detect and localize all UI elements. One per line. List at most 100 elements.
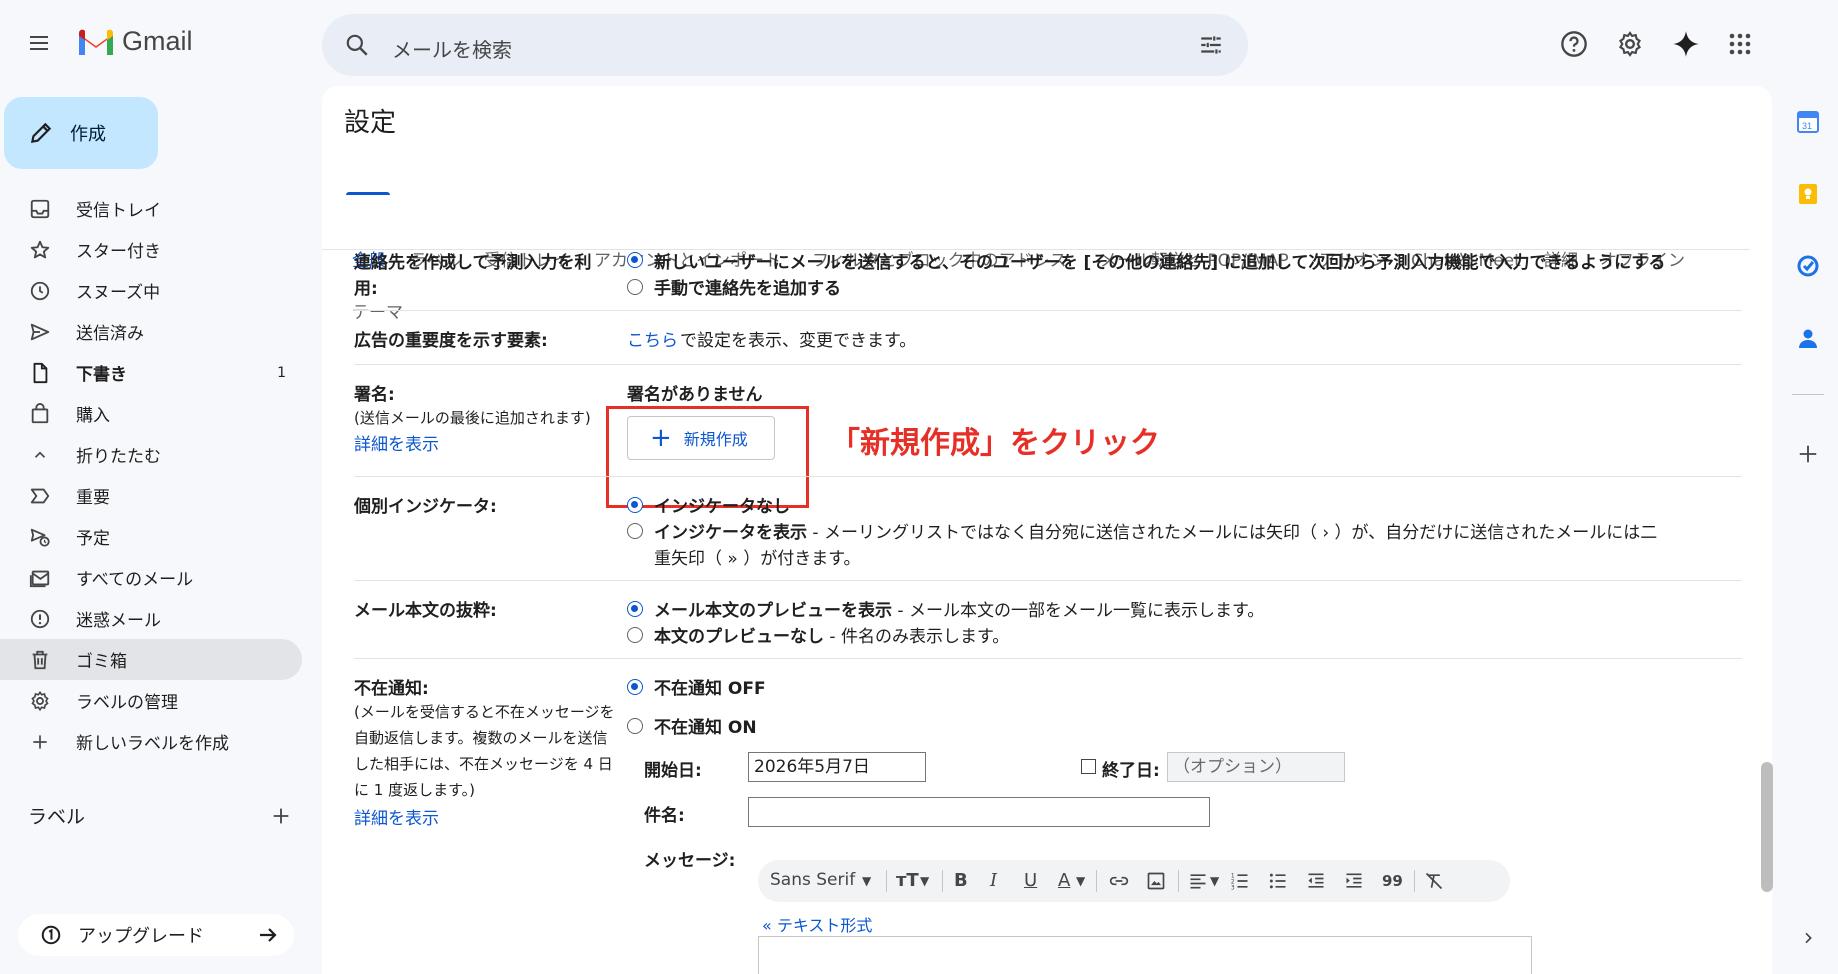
get-addons-button[interactable]	[1794, 440, 1822, 468]
message-body-editor[interactable]	[758, 936, 1532, 974]
snippets-show-desc: - メール本文の一部をメール一覧に表示します。	[892, 601, 1265, 621]
tasks-app-button[interactable]	[1794, 252, 1822, 280]
italic-icon[interactable]: I	[990, 870, 997, 891]
contacts-icon	[1799, 329, 1817, 348]
contacts-manual-radio[interactable]	[627, 279, 643, 295]
snippets-hide-radio[interactable]	[627, 627, 643, 643]
bulleted-list-icon[interactable]	[1268, 871, 1288, 891]
end-date-checkbox[interactable]	[1081, 759, 1096, 774]
sidebar-nav: 受信トレイ スター付き スヌーズ中 送信済み 下書き 1 購入 折りたたむ 重要…	[0, 188, 302, 762]
sidebar-item-label: 重要	[76, 488, 110, 508]
vacation-off-option: 不在通知 OFF	[654, 679, 766, 699]
indicator-none-radio[interactable]	[627, 497, 643, 513]
indent-more-icon[interactable]	[1344, 871, 1364, 891]
dropdown-arrow-icon[interactable]: ▼	[1210, 874, 1219, 888]
upgrade-label: アップグレード	[78, 926, 204, 947]
align-icon[interactable]	[1188, 871, 1208, 891]
numbered-list-icon[interactable]: 123	[1230, 871, 1250, 891]
sidebar-item-manage-labels[interactable]: ラベルの管理	[0, 680, 302, 721]
underline-icon[interactable]: U	[1024, 870, 1037, 891]
scheduled-icon	[30, 528, 50, 547]
indicator-show-option: インジケータを表示 - メーリングリストではなく自分宛に送信されたメールには矢印…	[654, 518, 1657, 543]
svg-text:31: 31	[1802, 121, 1812, 131]
scrollbar-thumb[interactable]	[1761, 762, 1773, 892]
sidebar-item-inbox[interactable]: 受信トレイ	[0, 188, 302, 229]
sidebar-item-sent[interactable]: 送信済み	[0, 311, 302, 352]
calendar-app-button[interactable]: 31	[1794, 108, 1822, 136]
sidebar-item-purchases[interactable]: 購入	[0, 393, 302, 434]
all-mail-icon	[29, 570, 50, 587]
sidebar-item-all-mail[interactable]: すべてのメール	[0, 557, 302, 598]
search-icon[interactable]	[344, 32, 370, 58]
signature-label: 署名:	[354, 385, 395, 405]
sparkle-icon	[1673, 31, 1699, 57]
image-icon[interactable]	[1146, 871, 1166, 891]
top-bar: Gmail メールを検索	[0, 0, 1838, 88]
sidebar-item-important[interactable]: 重要	[0, 475, 302, 516]
divider	[354, 364, 1742, 365]
side-panel-toggle[interactable]	[1794, 924, 1822, 952]
contacts-app-button[interactable]	[1794, 324, 1822, 352]
divider	[354, 476, 1742, 477]
plus-icon	[33, 734, 47, 749]
add-label-icon[interactable]	[270, 805, 292, 827]
gmail-logo[interactable]: Gmail	[76, 26, 193, 57]
compose-button[interactable]: 作成	[4, 97, 158, 169]
search-bar[interactable]: メールを検索	[322, 14, 1248, 76]
indent-less-icon[interactable]	[1306, 871, 1326, 891]
trash-icon	[32, 650, 48, 669]
text-color-icon[interactable]: A	[1058, 870, 1070, 891]
vacation-details-link[interactable]: 詳細を表示	[354, 804, 439, 829]
sidebar-item-drafts[interactable]: 下書き 1	[0, 352, 302, 393]
svg-text:3: 3	[1231, 885, 1235, 891]
bold-icon[interactable]: B	[954, 870, 968, 891]
sidebar-item-scheduled[interactable]: 予定	[0, 516, 302, 557]
divider	[354, 580, 1742, 581]
start-date-input[interactable]: 2026年5月7日	[748, 752, 926, 782]
tasks-icon	[1797, 255, 1819, 277]
ads-text: で設定を表示、変更できます。	[680, 331, 917, 351]
dropdown-arrow-icon[interactable]: ▼	[1076, 874, 1085, 888]
sidebar-item-create-label[interactable]: 新しいラベルを作成	[0, 721, 302, 762]
sidebar-item-trash[interactable]: ゴミ箱	[0, 639, 302, 680]
keep-app-button[interactable]	[1794, 180, 1822, 208]
ads-settings-link[interactable]: こちら	[627, 326, 678, 351]
quote-icon[interactable]: 99	[1382, 872, 1403, 890]
font-size-icon[interactable]: тT	[896, 870, 919, 891]
sidebar-item-spam[interactable]: 迷惑メール	[0, 598, 302, 639]
help-button[interactable]	[1558, 28, 1590, 60]
vacation-off-radio[interactable]	[627, 679, 643, 695]
sidebar-item-label: ラベルの管理	[76, 693, 178, 713]
contacts-auto-radio[interactable]	[627, 252, 643, 268]
end-date-input[interactable]: （オプション）	[1167, 752, 1345, 782]
link-icon[interactable]	[1108, 871, 1130, 891]
signature-note: (送信メールの最後に追加されます)	[354, 409, 591, 427]
snippets-label: メール本文の抜粋:	[354, 601, 497, 621]
font-family-select[interactable]: Sans Serif	[770, 870, 855, 890]
signature-details-link[interactable]: 詳細を表示	[354, 430, 439, 455]
divider	[354, 658, 1742, 659]
settings-button[interactable]	[1614, 28, 1646, 60]
upgrade-button[interactable]: アップグレード	[18, 914, 294, 956]
inbox-icon	[30, 199, 50, 218]
snippets-show-radio[interactable]	[627, 601, 643, 617]
indicator-label: 個別インジケータ:	[354, 497, 497, 517]
dropdown-arrow-icon[interactable]: ▼	[862, 874, 871, 888]
sidebar-item-label: スヌーズ中	[76, 283, 161, 303]
indicator-show-radio[interactable]	[627, 523, 643, 539]
apps-button[interactable]	[1724, 28, 1756, 60]
page-title: 設定	[344, 108, 397, 138]
subject-input[interactable]	[748, 797, 1210, 827]
sidebar-item-starred[interactable]: スター付き	[0, 229, 302, 270]
search-options-icon[interactable]	[1198, 32, 1224, 58]
gemini-button[interactable]	[1670, 28, 1702, 60]
main-menu-button[interactable]	[22, 26, 56, 60]
sidebar-item-snoozed[interactable]: スヌーズ中	[0, 270, 302, 311]
clear-formatting-icon[interactable]	[1424, 871, 1444, 891]
sidebar-item-collapse[interactable]: 折りたたむ	[0, 434, 302, 475]
dropdown-arrow-icon[interactable]: ▼	[920, 874, 929, 888]
plain-text-link[interactable]: « テキスト形式	[762, 912, 872, 936]
contacts-manual-option: 手動で連絡先を追加する	[654, 279, 841, 299]
search-input[interactable]: メールを検索	[392, 34, 512, 63]
vacation-on-radio[interactable]	[627, 718, 643, 734]
